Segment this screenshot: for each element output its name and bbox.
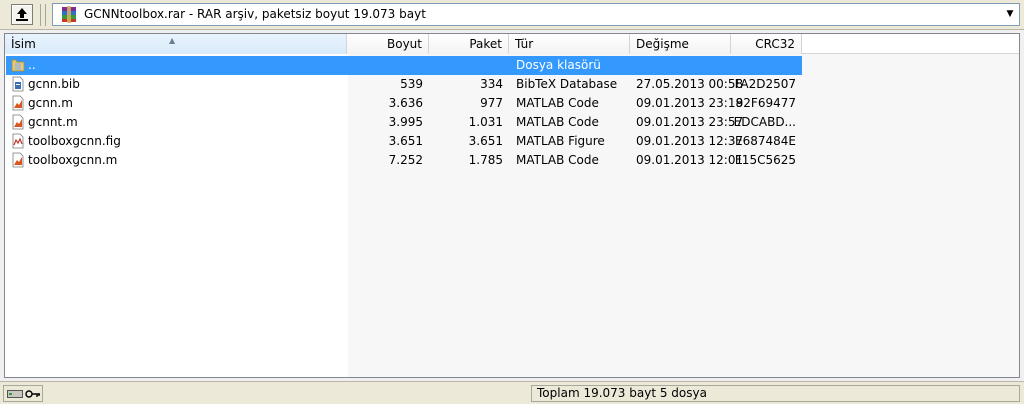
column-label-type: Tür: [515, 37, 534, 51]
file-crc: F15C5625: [734, 153, 796, 167]
file-name: gcnn.m: [28, 96, 73, 110]
file-size: [349, 56, 423, 75]
bib-file-icon: [12, 76, 24, 92]
toolbar-separator: [40, 4, 41, 26]
file-type: MATLAB Code: [516, 153, 599, 167]
file-modified: 09.01.2013 12:01: [636, 153, 744, 167]
status-bar: Toplam 19.073 bayt 5 dosya: [0, 381, 1024, 404]
toolbar-separator: [45, 4, 46, 26]
file-row[interactable]: gcnnt.m 3.995 1.031 MATLAB Code 09.01.20…: [6, 113, 802, 132]
file-modified: 27.05.2013 00:58: [636, 77, 744, 91]
status-total: Toplam 19.073 bayt 5 dosya: [531, 385, 1020, 402]
file-type: MATLAB Figure: [516, 134, 605, 148]
winrar-archive-icon: [62, 6, 76, 23]
file-type: MATLAB Code: [516, 115, 599, 129]
matlab-code-icon: [12, 95, 24, 111]
status-total-text: Toplam 19.073 bayt 5 dosya: [537, 386, 707, 400]
folder-up-icon: [11, 59, 25, 72]
up-folder-icon: [16, 8, 28, 21]
archive-path-text: GCNNtoolbox.rar - RAR arşiv, paketsiz bo…: [84, 7, 426, 21]
up-folder-button[interactable]: [11, 4, 33, 25]
file-size: 7.252: [388, 153, 423, 167]
file-size: 3.995: [388, 115, 423, 129]
sort-ascending-icon: ▲: [169, 36, 176, 45]
file-crc: EDCABD...: [733, 115, 796, 129]
chevron-down-icon[interactable]: ▼: [1005, 9, 1015, 19]
column-header-modified[interactable]: Değişme: [630, 34, 731, 54]
address-bar: GCNNtoolbox.rar - RAR arşiv, paketsiz bo…: [0, 0, 1024, 30]
file-row[interactable]: toolboxgcnn.m 7.252 1.785 MATLAB Code 09…: [6, 151, 802, 170]
file-type: Dosya klasörü: [516, 58, 601, 72]
column-label-size: Boyut: [387, 37, 422, 51]
file-crc: [732, 56, 796, 75]
file-name: toolboxgcnn.m: [28, 153, 118, 167]
matlab-code-icon: [12, 114, 24, 130]
file-row[interactable]: toolboxgcnn.fig 3.651 3.651 MATLAB Figur…: [6, 132, 802, 151]
file-modified: 09.01.2013 12:37: [636, 134, 744, 148]
column-label-crc: CRC32: [755, 37, 795, 51]
file-crc: FA2D2507: [734, 77, 796, 91]
file-packed-size: 977: [480, 96, 503, 110]
file-modified: 09.01.2013 23:57: [636, 115, 744, 129]
column-header-crc[interactable]: CRC32: [731, 34, 802, 54]
file-type: BibTeX Database: [516, 77, 618, 91]
column-header-size[interactable]: Boyut: [347, 34, 429, 54]
file-row-parent[interactable]: .. Dosya klasörü: [6, 56, 802, 75]
column-label-packed: Paket: [469, 37, 502, 51]
column-label-modified: Değişme: [636, 37, 689, 51]
file-name: gcnn.bib: [28, 77, 80, 91]
matlab-code-icon: [12, 152, 24, 168]
file-name: toolboxgcnn.fig: [28, 134, 121, 148]
column-label-name: İsim: [11, 37, 36, 51]
column-header-type[interactable]: Tür: [509, 34, 630, 54]
file-packed-size: 334: [480, 77, 503, 91]
file-row[interactable]: gcnn.bib 539 334 BibTeX Database 27.05.2…: [6, 75, 802, 94]
file-crc: 92F69477: [735, 96, 796, 110]
column-header: İsim ▲ Boyut Paket Tür Değişme CRC32: [5, 34, 1019, 54]
file-modified: 09.01.2013 23:18: [636, 96, 744, 110]
file-packed-size: 1.785: [468, 153, 503, 167]
file-type: MATLAB Code: [516, 96, 599, 110]
file-list[interactable]: İsim ▲ Boyut Paket Tür Değişme CRC32 .. …: [4, 33, 1020, 378]
file-packed-size: 1.031: [468, 115, 503, 129]
file-row[interactable]: gcnn.m 3.636 977 MATLAB Code 09.01.2013 …: [6, 94, 802, 113]
file-name: ..: [28, 58, 36, 72]
column-header-packed[interactable]: Paket: [429, 34, 509, 54]
file-size: 3.636: [388, 96, 423, 110]
archive-path-combobox[interactable]: GCNNtoolbox.rar - RAR arşiv, paketsiz bo…: [52, 3, 1020, 26]
matlab-figure-icon: [12, 133, 24, 149]
file-size: 539: [400, 77, 423, 91]
file-name: gcnnt.m: [28, 115, 78, 129]
column-header-name[interactable]: İsim ▲: [5, 34, 347, 54]
file-packed-size: 3.651: [468, 134, 503, 148]
status-icons-panel: [3, 385, 43, 402]
file-crc: E687484E: [735, 134, 796, 148]
key-icon[interactable]: [25, 389, 41, 399]
file-size: 3.651: [388, 134, 423, 148]
file-packed-size: [430, 56, 503, 75]
drive-icon[interactable]: [7, 389, 23, 399]
